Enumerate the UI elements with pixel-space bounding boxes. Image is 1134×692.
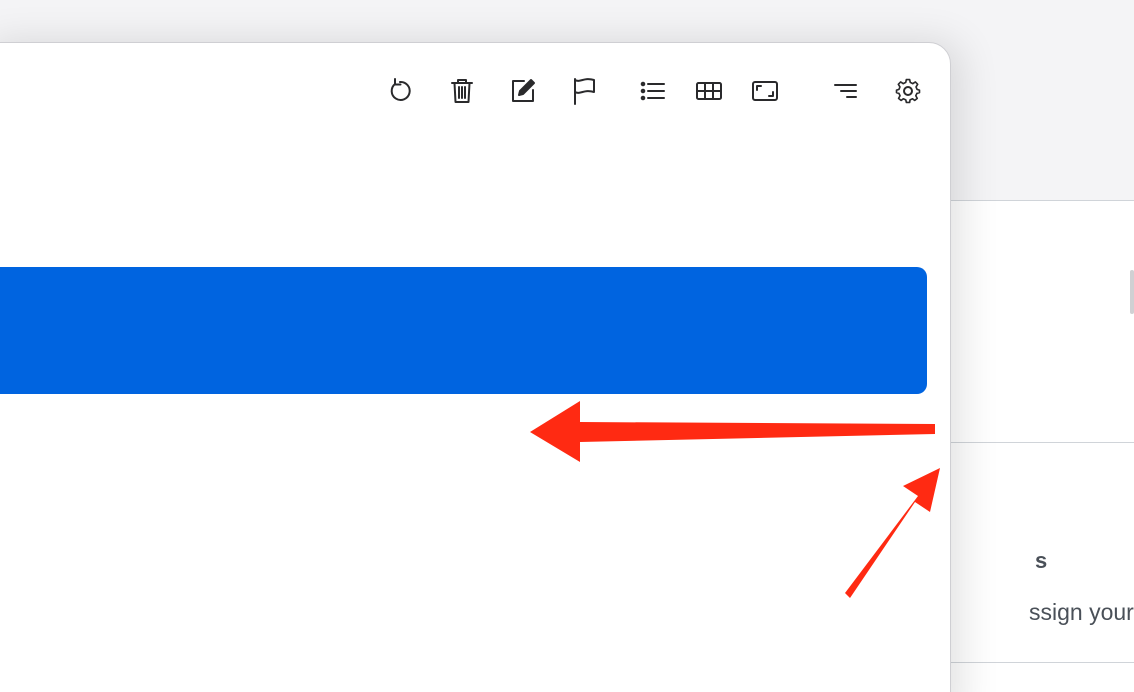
- selected-row-highlight[interactable]: [0, 267, 927, 394]
- app-window: [0, 42, 951, 692]
- gear-icon: [895, 78, 921, 104]
- section-heading-fragment: s: [1035, 548, 1048, 573]
- list-icon: [640, 81, 665, 101]
- settings-button[interactable]: [888, 71, 928, 111]
- edit-icon: [512, 79, 535, 102]
- flag-button[interactable]: [564, 71, 604, 111]
- fullscreen-icon: [752, 81, 778, 101]
- refresh-button[interactable]: [380, 71, 420, 111]
- delete-button[interactable]: [442, 71, 482, 111]
- toolbar: [0, 71, 950, 111]
- sort-button[interactable]: [826, 71, 866, 111]
- edit-button[interactable]: [503, 71, 543, 111]
- assign-yourself-link[interactable]: ssign yourself: [1029, 599, 1134, 626]
- list-view-button[interactable]: [633, 71, 673, 111]
- scrollbar-handle[interactable]: [1130, 270, 1134, 314]
- flag-icon: [574, 78, 595, 105]
- trash-icon: [451, 79, 473, 103]
- fullscreen-button[interactable]: [745, 71, 785, 111]
- refresh-icon: [390, 78, 411, 101]
- sort-icon: [834, 84, 857, 98]
- grid-icon: [696, 82, 722, 100]
- grid-view-button[interactable]: [689, 71, 729, 111]
